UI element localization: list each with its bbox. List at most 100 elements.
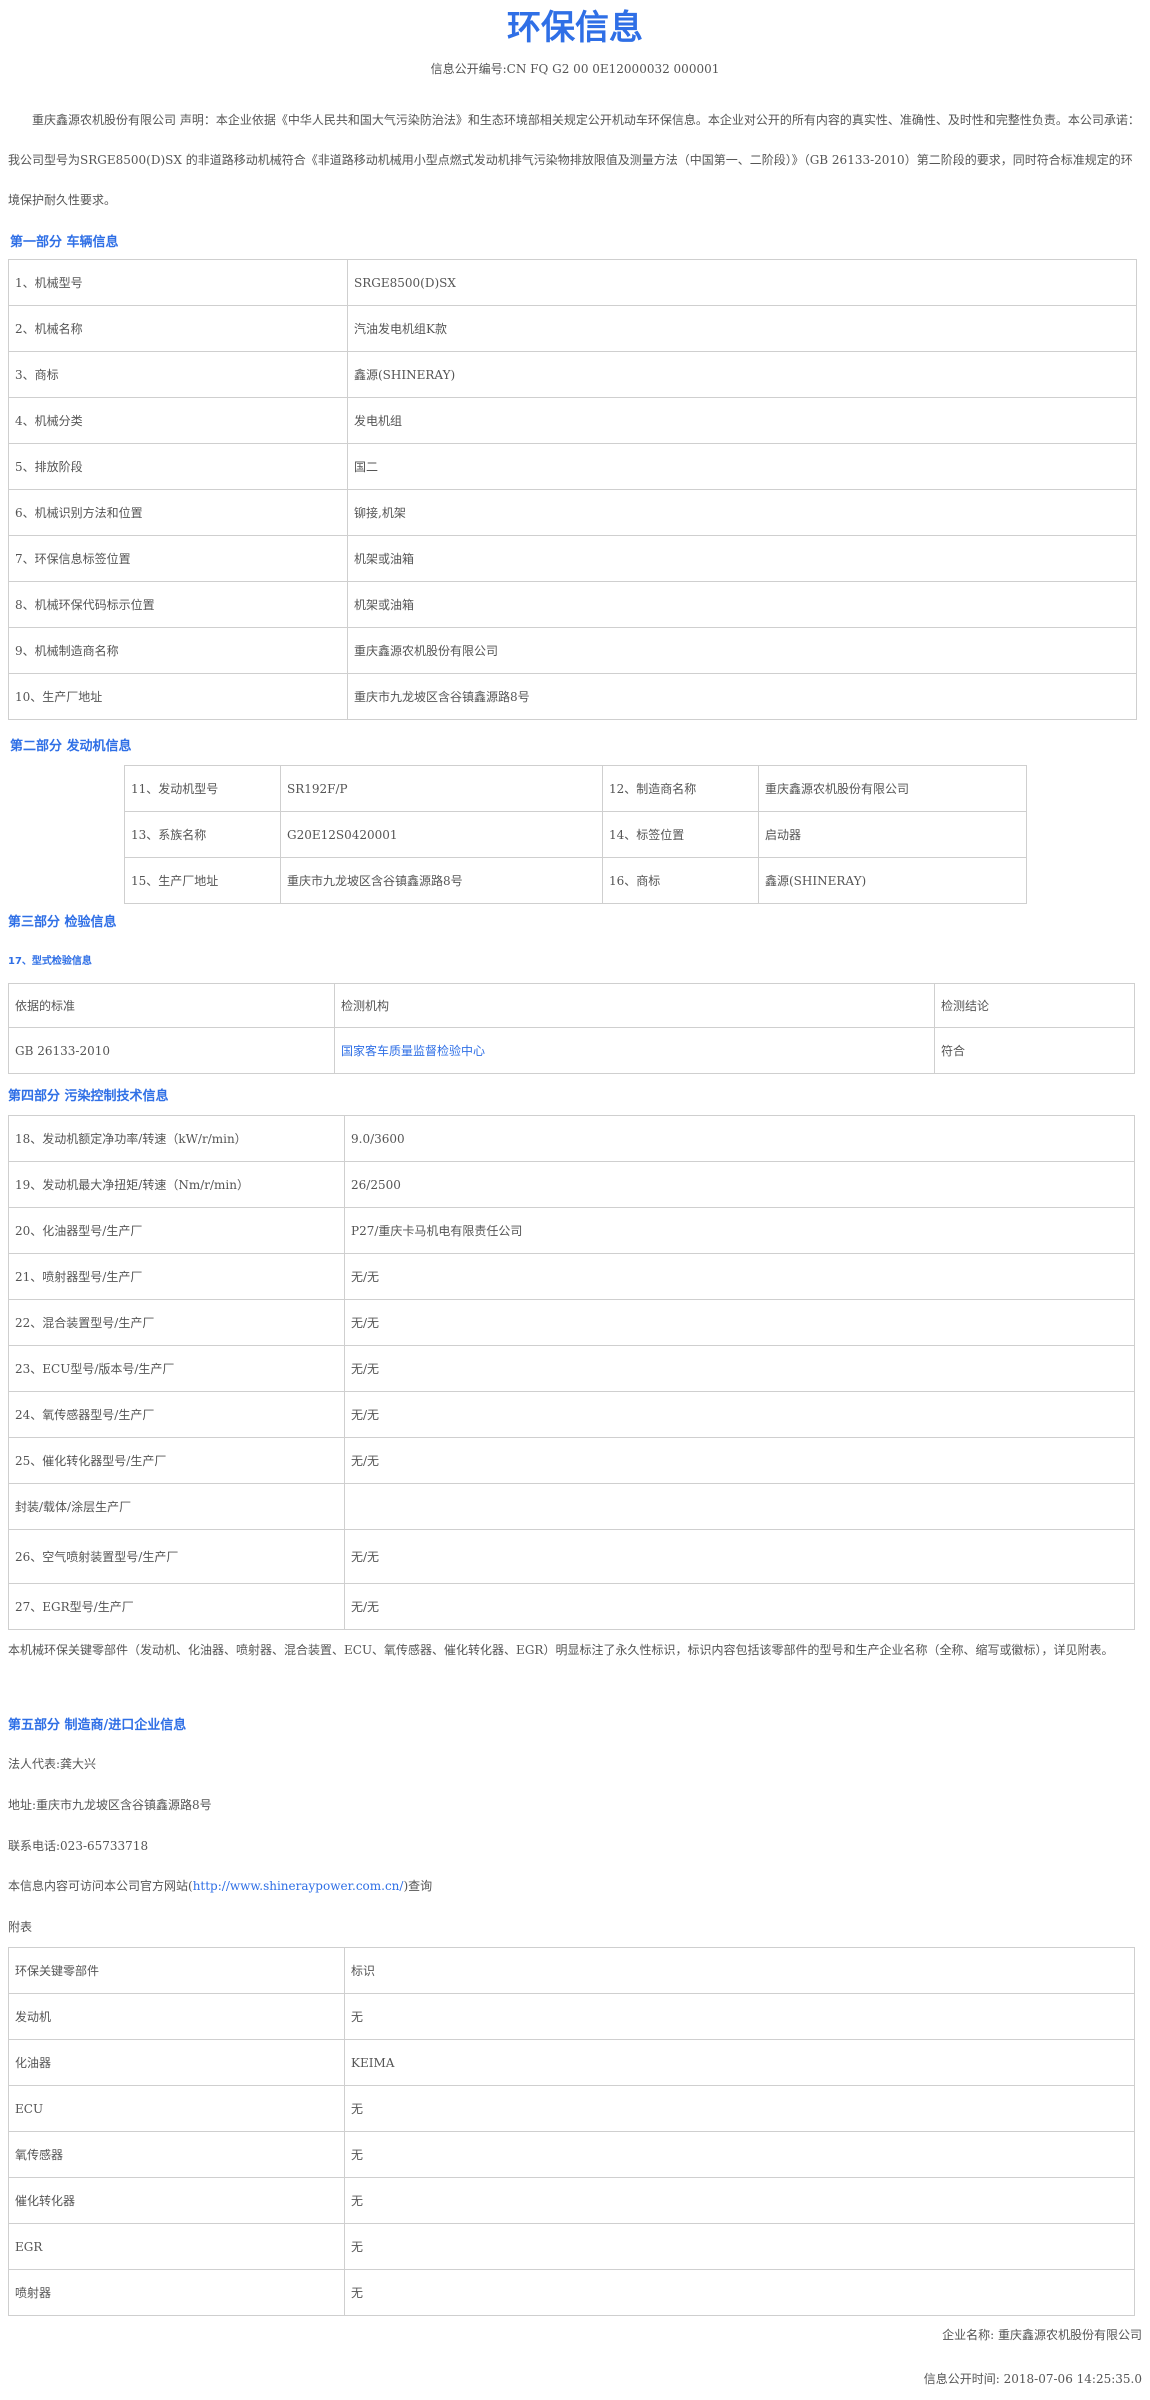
footer-published-time: 信息公开时间: 2018-07-06 14:25:35.0 [923,2372,1142,2386]
appendix-header-mark: 标识 [344,1947,1135,1994]
inspection-result: 符合 [934,1027,1135,1074]
appendix-row: 氧传感器无 [8,2131,1135,2178]
pollution-control-label: 19、发动机最大净扭矩/转速（Nm/r/min） [8,1161,345,1208]
vehicle-info-row: 10、生产厂地址 重庆市九龙坡区含谷镇鑫源路8号 [8,673,1137,720]
inspection-header-result: 检测结论 [934,983,1135,1028]
vehicle-info-row: 1、机械型号 SRGE8500(D)SX [8,259,1137,306]
pollution-control-label: 27、EGR型号/生产厂 [8,1583,345,1630]
vehicle-info-value: 发电机组 [347,397,1137,444]
doc-number: 信息公开编号:CN FQ G2 00 0E12000032 000001 [430,62,720,76]
intro-statement: 重庆鑫源农机股份有限公司 声明：本企业依据《中华人民共和国大气污染防治法》和生态… [8,113,1140,207]
pollution-control-value: 9.0/3600 [344,1115,1135,1162]
vehicle-info-label: 5、排放阶段 [8,443,348,490]
pollution-control-value [344,1483,1135,1530]
vehicle-info-value: 机架或油箱 [347,581,1137,628]
vehicle-info-label: 8、机械环保代码标示位置 [8,581,348,628]
engine-info-label: 12、制造商名称 [602,765,759,812]
pollution-control-row: 27、EGR型号/生产厂 无/无 [8,1583,1135,1630]
pollution-control-label: 20、化油器型号/生产厂 [8,1207,345,1254]
vehicle-info-row: 8、机械环保代码标示位置 机架或油箱 [8,581,1137,628]
inspection-standard: GB 26133-2010 [8,1027,335,1074]
pollution-control-value: 无/无 [344,1345,1135,1392]
contact-phone: 联系电话:023-65733718 [8,1839,149,1853]
pollution-control-row: 21、喷射器型号/生产厂 无/无 [8,1253,1135,1300]
vehicle-info-row: 5、排放阶段 国二 [8,443,1137,490]
pollution-control-row: 23、ECU型号/版本号/生产厂 无/无 [8,1345,1135,1392]
appendix-row: 催化转化器无 [8,2177,1135,2224]
vehicle-info-row: 4、机械分类 发电机组 [8,397,1137,444]
vehicle-info-label: 6、机械识别方法和位置 [8,489,348,536]
appendix-part-mark: 无 [344,2177,1135,2224]
appendix-part-name: EGR [8,2223,345,2270]
appendix-header-row: 环保关键零部件 标识 [8,1947,1135,1994]
engine-info-label: 11、发动机型号 [124,765,281,812]
engine-info-label: 15、生产厂地址 [124,857,281,904]
pollution-control-value: 无/无 [344,1299,1135,1346]
inspection-agency-link[interactable]: 国家客车质量监督检验中心 [334,1027,935,1074]
pollution-control-row: 19、发动机最大净扭矩/转速（Nm/r/min） 26/2500 [8,1161,1135,1208]
vehicle-info-value: 机架或油箱 [347,535,1137,582]
appendix-part-mark: 无 [344,1993,1135,2040]
pollution-control-label: 23、ECU型号/版本号/生产厂 [8,1345,345,1392]
vehicle-info-table: 1、机械型号 SRGE8500(D)SX 2、机械名称 汽油发电机组K款 3、商标 鑫源(… [8,259,1137,720]
vehicle-info-row: 2、机械名称 汽油发电机组K款 [8,305,1137,352]
inspection-row: GB 26133-2010 国家客车质量监督检验中心 符合 [8,1027,1135,1074]
engine-info-row: 13、系族名称 G20E12S0420001 14、标签位置 启动器 [124,811,1027,858]
vehicle-info-label: 1、机械型号 [8,259,348,306]
vehicle-info-value: SRGE8500(D)SX [347,259,1137,306]
part5-heading: 第五部分 制造商/进口企业信息 [8,1718,187,1733]
vehicle-info-value: 铆接,机架 [347,489,1137,536]
appendix-row: ECU 无 [8,2085,1135,2132]
website-info: 本信息内容可访问本公司官方网站(http://www.shineraypower… [8,1876,432,1896]
vehicle-info-label: 9、机械制造商名称 [8,627,348,674]
inspection-header-standard: 依据的标准 [8,983,335,1028]
engine-info-label: 16、商标 [602,857,759,904]
appendix-table: 环保关键零部件 标识 发动机无化油器 KEIMA ECU 无氧传感器无催化转化器无 EG… [8,1947,1135,2316]
part1-heading: 第一部分 车辆信息 [10,235,119,250]
appendix-row: 喷射器无 [8,2269,1135,2316]
part4-heading: 第四部分 污染控制技术信息 [8,1089,169,1104]
pollution-control-label: 25、催化转化器型号/生产厂 [8,1437,345,1484]
inspection-header-row: 依据的标准 检测机构 检测结论 [8,983,1135,1028]
pollution-control-label: 封装/载体/涂层生产厂 [8,1483,345,1530]
vehicle-info-label: 4、机械分类 [8,397,348,444]
pollution-control-value: 无/无 [344,1583,1135,1630]
engine-info-value: 重庆市九龙坡区含谷镇鑫源路8号 [280,857,603,904]
appendix-part-mark: 无 [344,2131,1135,2178]
page-title: 环保信息 [507,8,643,48]
part3-heading: 第三部分 检验信息 [8,915,117,930]
vehicle-info-label: 2、机械名称 [8,305,348,352]
vehicle-info-value: 重庆市九龙坡区含谷镇鑫源路8号 [347,673,1137,720]
appendix-part-name: 喷射器 [8,2269,345,2316]
pollution-control-row: 25、催化转化器型号/生产厂 无/无 [8,1437,1135,1484]
appendix-part-name: 催化转化器 [8,2177,345,2224]
vehicle-info-value: 国二 [347,443,1137,490]
parts-marking-note: 本机械环保关键零部件（发动机、化油器、喷射器、混合装置、ECU、氧传感器、催化转… [8,1643,1114,1657]
website-suffix: )查询 [403,1879,433,1893]
part2-heading: 第二部分 发动机信息 [10,739,132,754]
pollution-control-label: 21、喷射器型号/生产厂 [8,1253,345,1300]
engine-info-value: 启动器 [758,811,1027,858]
inspection-table: 依据的标准 检测机构 检测结论 GB 26133-2010 国家客车质量监督检验… [8,983,1135,1074]
appendix-row: 发动机无 [8,1993,1135,2040]
website-prefix: 本信息内容可访问本公司官方网站( [8,1879,193,1893]
website-link[interactable]: http://www.shineraypower.com.cn/ [193,1879,404,1893]
pollution-control-row: 26、空气喷射装置型号/生产厂 无/无 [8,1529,1135,1584]
appendix-header-part: 环保关键零部件 [8,1947,345,1994]
engine-info-value: 重庆鑫源农机股份有限公司 [758,765,1027,812]
pollution-control-label: 22、混合装置型号/生产厂 [8,1299,345,1346]
legal-representative: 法人代表:龚大兴 [8,1757,97,1771]
vehicle-info-label: 7、环保信息标签位置 [8,535,348,582]
engine-info-label: 14、标签位置 [602,811,759,858]
company-address: 地址:重庆市九龙坡区含谷镇鑫源路8号 [8,1798,212,1812]
footer-company: 企业名称: 重庆鑫源农机股份有限公司 [942,2328,1142,2342]
engine-info-table: 11、发动机型号 SR192F/P 12、制造商名称 重庆鑫源农机股份有限公司 13、系… [124,765,1027,904]
engine-info-row: 15、生产厂地址 重庆市九龙坡区含谷镇鑫源路8号 16、商标 鑫源(SHINERAY) [124,857,1027,904]
pollution-control-value: 无/无 [344,1437,1135,1484]
pollution-control-value: 无/无 [344,1391,1135,1438]
appendix-part-name: 化油器 [8,2039,345,2086]
appendix-part-name: 氧传感器 [8,2131,345,2178]
vehicle-info-row: 6、机械识别方法和位置 铆接,机架 [8,489,1137,536]
vehicle-info-row: 9、机械制造商名称 重庆鑫源农机股份有限公司 [8,627,1137,674]
vehicle-info-value: 鑫源(SHINERAY) [347,351,1137,398]
